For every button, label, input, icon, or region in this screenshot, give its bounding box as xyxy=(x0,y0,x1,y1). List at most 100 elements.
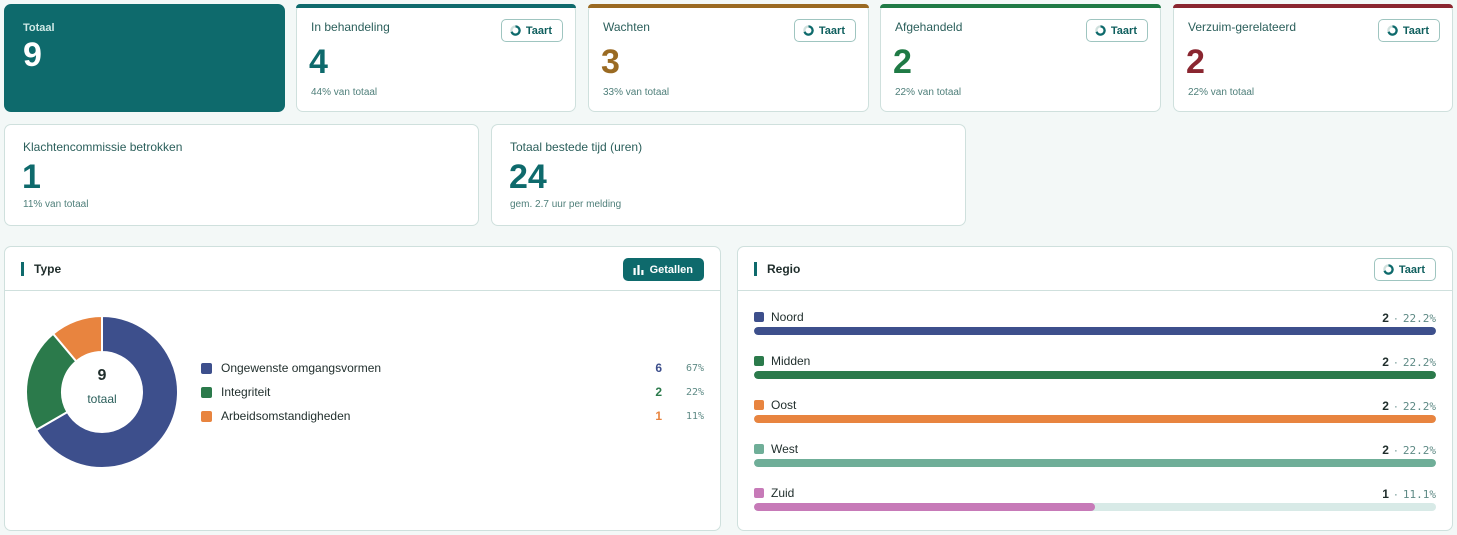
panel-title: Regio xyxy=(754,262,800,276)
total-title: Totaal xyxy=(23,22,55,34)
stat-value: 1 xyxy=(22,158,41,196)
donut-center-value: 9 xyxy=(97,367,107,384)
region-row-zuid: Zuid 1 · 11.1% xyxy=(754,486,1436,522)
taart-label: Taart xyxy=(1402,24,1429,37)
total-card: Totaal 9 xyxy=(4,4,285,112)
region-bar-track xyxy=(754,327,1436,335)
donut-center: 9 totaal xyxy=(62,367,142,406)
legend-pct: 67% xyxy=(685,362,704,374)
region-count: 1 xyxy=(1382,487,1389,501)
legend-label: Arbeidsomstandigheden xyxy=(221,409,351,423)
region-label: Zuid xyxy=(754,486,794,500)
stat-value: 24 xyxy=(509,158,547,196)
panel-header: Regio Taart xyxy=(738,247,1452,291)
legend-swatch xyxy=(201,410,212,422)
getallen-button[interactable]: Getallen xyxy=(622,258,704,281)
region-row-oost: Oost 2 · 22.2% xyxy=(754,398,1436,434)
region-swatch xyxy=(754,400,764,410)
pie-chart-icon xyxy=(803,25,814,36)
region-bar-fill xyxy=(754,327,1436,335)
stat-subtext: 33% van totaal xyxy=(603,87,670,98)
stat-title: In behandeling xyxy=(311,20,390,34)
legend-label: Ongewenste omgangsvormen xyxy=(221,361,382,375)
region-pct: 22.2% xyxy=(1402,311,1436,325)
region-swatch xyxy=(754,356,764,366)
legend-count: 2 xyxy=(655,385,662,399)
pie-chart-icon xyxy=(1095,25,1106,36)
legend-swatch xyxy=(201,362,212,374)
region-separator: · xyxy=(1393,399,1398,413)
region-row-west: West 2 · 22.2% xyxy=(754,442,1436,478)
getallen-label: Getallen xyxy=(649,263,693,276)
region-stat: 2 · 22.2% xyxy=(1382,443,1436,457)
legend-item: Integriteit 2 22% xyxy=(201,384,704,400)
region-count: 2 xyxy=(1382,443,1389,457)
stat-subtext: gem. 2.7 uur per melding xyxy=(510,199,622,210)
region-separator: · xyxy=(1393,443,1398,457)
taart-button[interactable]: Taart xyxy=(1377,19,1440,42)
stat-subtext: 22% van totaal xyxy=(1188,87,1255,98)
bestede-tijd-card: Totaal bestede tijd (uren) 24 gem. 2.7 u… xyxy=(491,124,966,226)
stat-subtext: 11% van totaal xyxy=(23,199,89,210)
stat-title: Wachten xyxy=(603,20,650,34)
region-bar-track xyxy=(754,459,1436,467)
panel-header: Type Getallen xyxy=(5,247,720,291)
region-label: Oost xyxy=(754,398,796,412)
legend-count: 6 xyxy=(655,361,662,375)
region-swatch xyxy=(754,444,764,454)
stat-subtext: 22% van totaal xyxy=(895,87,962,98)
region-separator: · xyxy=(1393,487,1398,501)
klachtencommissie-card: Klachtencommissie betrokken 1 11% van to… xyxy=(4,124,479,226)
card-accent xyxy=(296,4,576,8)
pie-chart-icon xyxy=(1387,25,1398,36)
type-panel: Type Getallen 9 totaal Ongewenste omgang… xyxy=(4,246,721,531)
taart-label: Taart xyxy=(525,24,552,37)
stat-subtext: 44% van totaal xyxy=(311,87,378,98)
region-separator: · xyxy=(1393,355,1398,369)
region-count: 2 xyxy=(1382,399,1389,413)
legend-label: Integriteit xyxy=(221,385,271,399)
taart-label: Taart xyxy=(1110,24,1137,37)
card-accent xyxy=(880,4,1161,8)
region-pct: 22.2% xyxy=(1402,355,1436,369)
region-name: Midden xyxy=(771,354,811,368)
card-accent xyxy=(588,4,869,8)
region-pct: 22.2% xyxy=(1402,443,1436,457)
stat-card-verzuim: Verzuim-gerelateerd Taart 2 22% van tota… xyxy=(1173,4,1453,112)
region-bar-track xyxy=(754,503,1436,511)
region-name: Oost xyxy=(771,398,797,412)
stat-value: 3 xyxy=(601,43,620,81)
bar-chart-icon xyxy=(633,265,644,275)
taart-button[interactable]: Taart xyxy=(1085,19,1148,42)
taart-label: Taart xyxy=(818,24,845,37)
region-row-noord: Noord 2 · 22.2% xyxy=(754,310,1436,346)
panel-title: Type xyxy=(21,262,61,276)
region-label: Noord xyxy=(754,310,804,324)
legend-pct: 11% xyxy=(685,410,704,422)
legend-swatch xyxy=(201,386,212,398)
region-bar-fill xyxy=(754,371,1436,379)
region-pct: 22.2% xyxy=(1402,399,1436,413)
region-count: 2 xyxy=(1382,355,1389,369)
region-stat: 1 · 11.1% xyxy=(1382,487,1436,501)
legend-count: 1 xyxy=(655,409,662,423)
taart-button[interactable]: Taart xyxy=(1373,258,1436,281)
stat-value: 2 xyxy=(1186,43,1205,81)
pie-chart-icon xyxy=(510,25,521,36)
region-stat: 2 · 22.2% xyxy=(1382,355,1436,369)
region-stat: 2 · 22.2% xyxy=(1382,311,1436,325)
legend-item: Ongewenste omgangsvormen 6 67% xyxy=(201,360,704,376)
region-count: 2 xyxy=(1382,311,1389,325)
region-separator: · xyxy=(1393,311,1398,325)
region-bar-fill xyxy=(754,459,1436,467)
taart-button[interactable]: Taart xyxy=(500,19,563,42)
stat-card-in-behandeling: In behandeling Taart 4 44% van totaal xyxy=(296,4,576,112)
card-accent xyxy=(1173,4,1453,8)
stat-title: Verzuim-gerelateerd xyxy=(1188,20,1297,34)
region-pct: 11.1% xyxy=(1402,487,1436,501)
region-label: Midden xyxy=(754,354,810,368)
stat-card-wachten: Wachten Taart 3 33% van totaal xyxy=(588,4,869,112)
taart-button[interactable]: Taart xyxy=(793,19,856,42)
legend-pct: 22% xyxy=(685,386,704,398)
region-bar-track xyxy=(754,371,1436,379)
